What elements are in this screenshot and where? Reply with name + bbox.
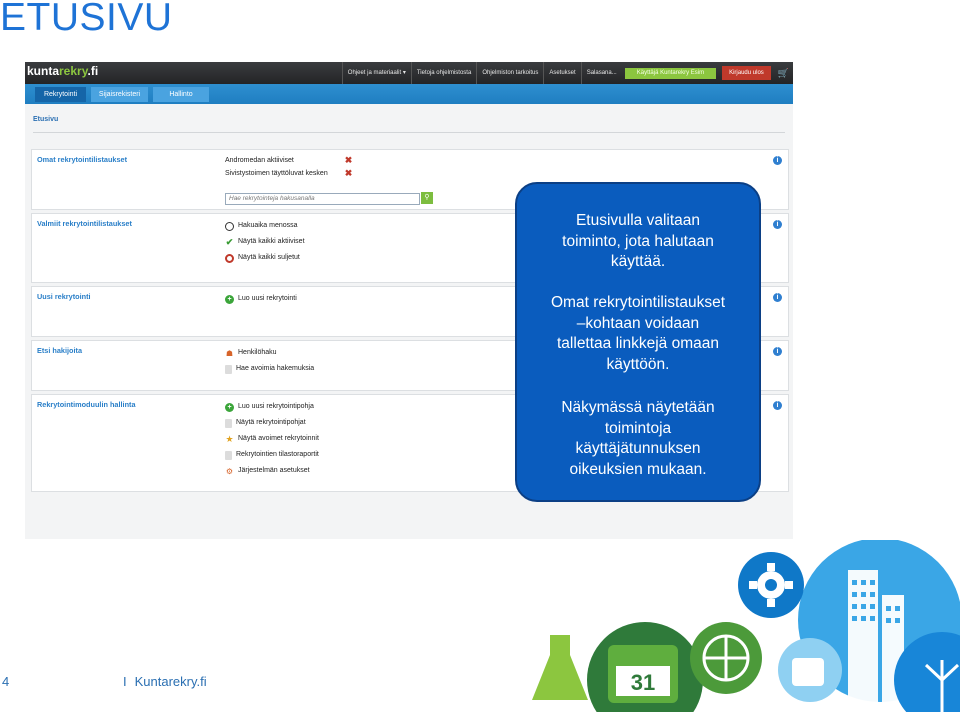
ready-lists: Hakuaika menossa ✔ Näytä kaikki aktiivise…	[225, 218, 305, 266]
menu-asetukset[interactable]: Asetukset	[543, 62, 580, 84]
kuntarekry-logo[interactable]: kuntarekry.fi	[27, 64, 98, 78]
clock-icon	[225, 221, 234, 231]
callout-paragraph: Etusivulla valitaan toiminto, jota halut…	[562, 212, 714, 270]
panel-title: Omat rekrytointilistaukset	[37, 155, 128, 164]
explanation-callout: Etusivulla valitaan toiminto, jota halut…	[515, 182, 761, 502]
list-item: Sivistystoimen täyttöluvat kesken ✖	[225, 167, 353, 180]
plus-icon: +	[225, 402, 234, 412]
list-item[interactable]: ★ Näytä avoimet rekrytoinnit	[225, 431, 319, 447]
breadcrumb: Etusivu	[33, 116, 59, 123]
tab-hallinto[interactable]: Hallinto	[153, 87, 209, 102]
list-item[interactable]: ⚙ Järjestelmän asetukset	[225, 463, 319, 479]
checkmark-icon: ✔	[225, 236, 234, 247]
item-label: Näytä kaikki aktiiviset	[238, 238, 305, 245]
list-item[interactable]: Hae avoimia hakemuksia	[225, 361, 314, 377]
document-icon	[225, 364, 232, 374]
info-icon[interactable]: i	[773, 347, 782, 356]
menu-ohjeet[interactable]: Ohjeet ja materiaalit ▾	[341, 62, 411, 84]
cart-icon[interactable]: 🛒	[774, 68, 793, 79]
item-label: Järjestelmän asetukset	[238, 467, 310, 474]
svg-text:31: 31	[631, 670, 655, 695]
delete-icon[interactable]: ✖	[344, 169, 353, 178]
footer-brand: I Kuntarekry.fi	[123, 674, 207, 689]
list-item[interactable]: + Luo uusi rekrytointipohja	[225, 399, 319, 415]
panel-title: Uusi rekrytointi	[37, 292, 91, 301]
footer-separator: I	[123, 674, 127, 689]
info-icon[interactable]: i	[773, 220, 782, 229]
list-item[interactable]: Rekrytointien tilastoraportit	[225, 447, 319, 463]
footer-brand-label: Kuntarekry.fi	[134, 674, 207, 689]
decorative-city-illustration: 31	[532, 540, 960, 712]
item-label: Luo uusi rekrytointipohja	[238, 403, 314, 410]
item-label: Hakuaika menossa	[238, 222, 298, 229]
search-input[interactable]: Hae rekrytointeja hakusanalla	[225, 193, 420, 205]
report-icon	[225, 450, 232, 460]
people-icon: ☗	[225, 348, 234, 358]
no-entry-icon	[225, 253, 234, 263]
item-label: Luo uusi rekrytointi	[238, 295, 297, 302]
user-badge[interactable]: Käyttäjä Kuntarekry Esim	[624, 67, 717, 79]
logout-button[interactable]: Kirjaudu ulos	[722, 66, 771, 80]
page-number: 4	[2, 674, 10, 689]
list-item[interactable]: Näytä rekrytointipohjat	[225, 415, 319, 431]
saved-list-link[interactable]: Sivistystoimen täyttöluvat kesken	[225, 167, 338, 180]
plus-icon: +	[225, 294, 234, 304]
search-applicants-list: ☗ Henkilöhaku Hae avoimia hakemuksia	[225, 345, 314, 377]
divider	[33, 132, 785, 133]
panel-title: Valmiit rekrytointilistaukset	[37, 219, 132, 228]
menu-tarkoitus[interactable]: Ohjelmiston tarkoitus	[476, 62, 543, 84]
item-label: Rekrytointien tilastoraportit	[236, 451, 319, 458]
tab-rekrytointi[interactable]: Rekrytointi	[35, 87, 86, 102]
list-item[interactable]: ✔ Näytä kaikki aktiiviset	[225, 234, 305, 250]
list-item[interactable]: + Luo uusi rekrytointi	[225, 291, 297, 307]
new-recruitment-list: + Luo uusi rekrytointi	[225, 291, 297, 307]
search-icon[interactable]: ⚲	[421, 192, 433, 204]
item-label: Henkilöhaku	[238, 349, 277, 356]
item-label: Näytä kaikki suljetut	[238, 254, 300, 261]
info-icon[interactable]: i	[773, 401, 782, 410]
star-icon: ★	[225, 433, 234, 444]
info-icon[interactable]: i	[773, 156, 782, 165]
admin-list: + Luo uusi rekrytointipohja Näytä rekryto…	[225, 399, 319, 479]
settings-icon: ⚙	[225, 466, 234, 476]
document-icon	[225, 418, 232, 428]
top-bar: kuntarekry.fi Ohjeet ja materiaalit ▾ Ti…	[25, 62, 793, 84]
list-item: Andromedan aktiiviset ✖	[225, 154, 353, 167]
saved-list-link[interactable]: Andromedan aktiiviset	[225, 154, 338, 167]
panel-title: Rekrytointimoduulin hallinta	[37, 400, 136, 409]
main-nav: Rekrytointi Sijaisrekisteri Hallinto	[25, 84, 793, 104]
slide-title: ETUSIVU	[0, 0, 173, 39]
info-icon[interactable]: i	[773, 293, 782, 302]
item-label: Näytä avoimet rekrytoinnit	[238, 435, 319, 442]
item-label: Näytä rekrytointipohjat	[236, 419, 306, 426]
panel-title: Etsi hakijoita	[37, 346, 83, 355]
callout-paragraph: Näkymässä näytetään toimintoja käyttäjät…	[561, 399, 715, 478]
top-menu: Ohjeet ja materiaalit ▾ Tietoja ohjelmis…	[341, 62, 793, 84]
item-label: Hae avoimia hakemuksia	[236, 365, 315, 372]
saved-lists: Andromedan aktiiviset ✖ Sivistystoimen t…	[225, 154, 353, 180]
menu-salasana[interactable]: Salasana...	[580, 62, 622, 84]
menu-tietoja[interactable]: Tietoja ohjelmistosta	[410, 62, 476, 84]
tab-sijaisrekisteri[interactable]: Sijaisrekisteri	[91, 87, 148, 102]
list-item[interactable]: Näytä kaikki suljetut	[225, 250, 305, 266]
list-item[interactable]: ☗ Henkilöhaku	[225, 345, 314, 361]
delete-icon[interactable]: ✖	[344, 156, 353, 165]
callout-paragraph: Omat rekrytointilistaukset –kohtaan void…	[551, 294, 725, 373]
list-item[interactable]: Hakuaika menossa	[225, 218, 305, 234]
